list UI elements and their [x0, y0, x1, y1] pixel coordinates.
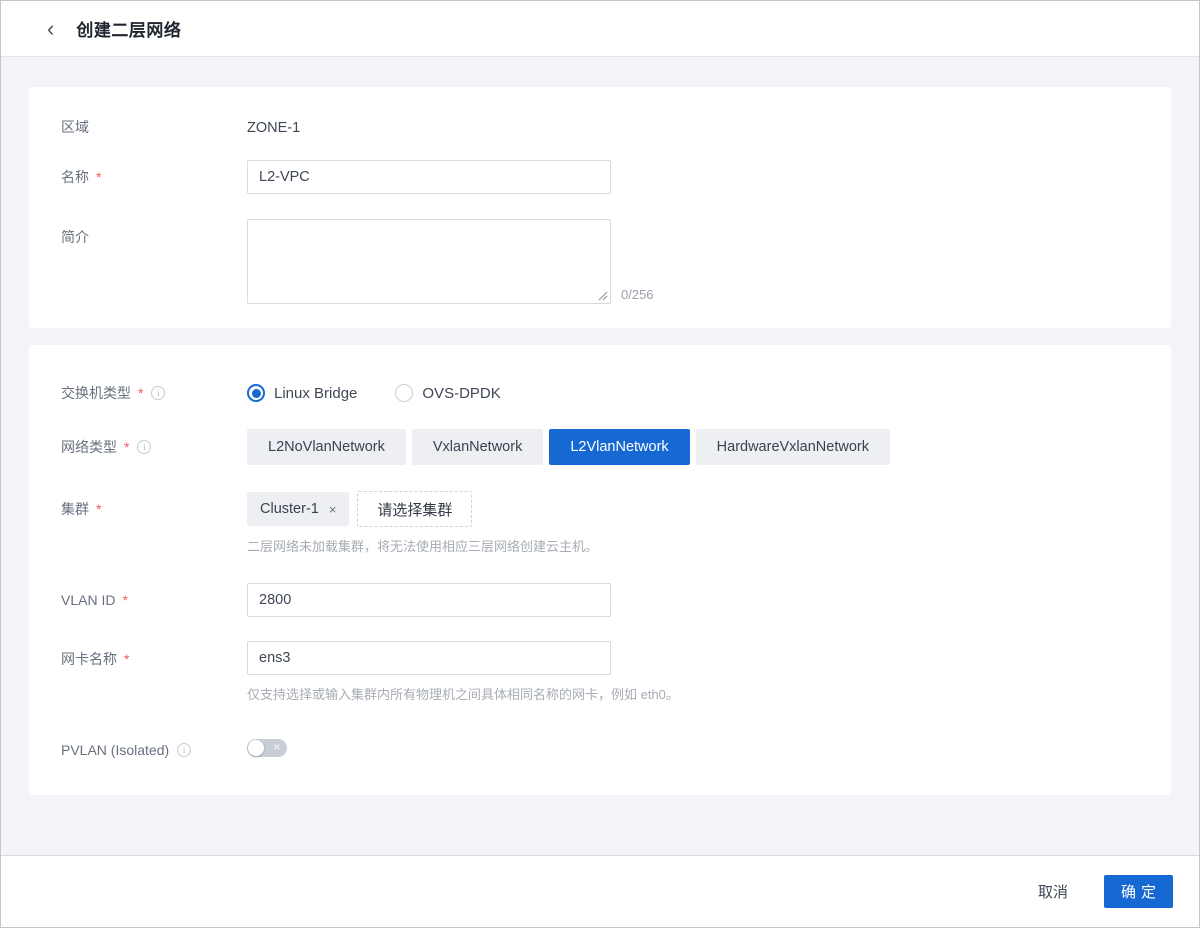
radio-label: OVS-DPDK — [422, 384, 501, 402]
network-type-l2novlan[interactable]: L2NoVlanNetwork — [247, 429, 406, 465]
network-type-label: 网络类型 — [61, 439, 117, 455]
tag-close-icon[interactable]: × — [329, 503, 337, 516]
pvlan-toggle[interactable]: × — [247, 739, 287, 757]
toggle-knob — [248, 740, 264, 756]
network-type-hardwarevxlan[interactable]: HardwareVxlanNetwork — [695, 429, 890, 465]
cancel-button[interactable]: 取消 — [1028, 875, 1078, 908]
name-label-wrap: 名称 * — [61, 167, 247, 187]
form-content: 区域 ZONE-1 名称 * 简介 — [1, 57, 1199, 855]
info-icon[interactable]: i — [137, 440, 152, 454]
toggle-off-icon: × — [273, 741, 280, 754]
network-type-label-wrap: 网络类型 * i — [61, 437, 247, 457]
radio-circle-selected — [247, 384, 265, 402]
network-type-l2vlan[interactable]: L2VlanNetwork — [549, 429, 690, 465]
page-footer: 取消 确定 — [1, 855, 1199, 927]
vlan-id-label-wrap: VLAN ID * — [61, 592, 247, 608]
confirm-button[interactable]: 确定 — [1104, 875, 1173, 908]
network-type-options: L2NoVlanNetwork VxlanNetwork L2VlanNetwo… — [247, 429, 1139, 465]
switch-type-label-wrap: 交换机类型 * i — [61, 383, 247, 403]
zone-label: 区域 — [61, 119, 89, 135]
name-input[interactable] — [247, 160, 611, 194]
zone-row: 区域 ZONE-1 — [61, 117, 1139, 137]
description-label-wrap: 简介 — [61, 219, 247, 247]
required-asterisk: * — [96, 169, 102, 185]
cluster-helper-text: 二层网络未加载集群，将无法使用相应三层网络创建云主机。 — [247, 539, 599, 554]
network-type-vxlan[interactable]: VxlanNetwork — [411, 429, 544, 465]
back-icon[interactable]: ‹ — [41, 17, 60, 40]
radio-label: Linux Bridge — [274, 384, 358, 402]
cluster-selection: Cluster-1 × 请选择集群 — [247, 491, 1139, 527]
cluster-tag-label: Cluster-1 — [260, 501, 319, 517]
basic-info-card: 区域 ZONE-1 名称 * 简介 — [29, 87, 1171, 328]
radio-linux-bridge[interactable]: Linux Bridge — [247, 384, 357, 402]
info-icon[interactable]: i — [151, 386, 166, 400]
description-label: 简介 — [61, 229, 89, 245]
required-asterisk: * — [138, 385, 144, 401]
name-label: 名称 — [61, 169, 89, 185]
switch-type-radio-group: Linux Bridge OVS-DPDK — [247, 384, 1139, 402]
page-title: 创建二层网络 — [76, 21, 182, 40]
vlan-id-input[interactable] — [247, 583, 611, 617]
required-asterisk: * — [96, 501, 102, 517]
switch-type-row: 交换机类型 * i Linux Bridge OVS-DPDK — [61, 383, 1139, 403]
pvlan-row: PVLAN (Isolated) i × — [61, 739, 1139, 760]
network-type-row: 网络类型 * i L2NoVlanNetwork VxlanNetwork L2V… — [61, 429, 1139, 465]
vlan-id-row: VLAN ID * — [61, 583, 1139, 617]
radio-circle-unselected — [395, 384, 414, 402]
cluster-label-wrap: 集群 * — [61, 491, 247, 519]
zone-label-wrap: 区域 — [61, 117, 247, 137]
create-l2-network-page: ‹ 创建二层网络 区域 ZONE-1 名称 * L2-VPC 简介 0/256 … — [0, 0, 1200, 928]
pvlan-label-wrap: PVLAN (Isolated) i — [61, 742, 247, 758]
vlan-id-label: VLAN ID — [61, 592, 116, 608]
char-counter: 0/256 — [621, 287, 654, 302]
page-header: ‹ 创建二层网络 — [1, 1, 1199, 57]
cluster-tag: Cluster-1 × — [247, 492, 350, 526]
required-asterisk: * — [124, 439, 130, 455]
info-icon[interactable]: i — [177, 742, 192, 757]
required-asterisk: * — [122, 592, 128, 608]
nic-name-input[interactable] — [247, 641, 611, 675]
nic-name-label-wrap: 网卡名称 * — [61, 641, 247, 669]
nic-name-row: 网卡名称 * 仅支持选择或输入集群内所有物理机之间具体相同名称的网卡，例如 eth… — [61, 641, 1139, 703]
radio-ovs-dpdk[interactable]: OVS-DPDK — [395, 384, 501, 402]
nic-name-label: 网卡名称 — [61, 651, 117, 667]
network-settings-card: 交换机类型 * i Linux Bridge OVS-DPDK 网络类型 * i… — [29, 345, 1171, 795]
select-cluster-button[interactable]: 请选择集群 — [357, 491, 473, 527]
switch-type-label: 交换机类型 — [61, 385, 131, 401]
cluster-row: 集群 * Cluster-1 × 请选择集群 二层网络未加载集群，将无法使用相应三… — [61, 491, 1139, 555]
description-row: 简介 0/256 — [61, 219, 1139, 304]
pvlan-label: PVLAN (Isolated) — [61, 741, 170, 758]
zone-value: ZONE-1 — [247, 119, 301, 136]
name-row: 名称 * — [61, 160, 1139, 194]
required-asterisk: * — [124, 651, 130, 667]
nic-helper-text: 仅支持选择或输入集群内所有物理机之间具体相同名称的网卡，例如 eth0。 — [247, 687, 679, 702]
cluster-label: 集群 — [61, 501, 89, 517]
description-textarea[interactable] — [247, 219, 611, 304]
